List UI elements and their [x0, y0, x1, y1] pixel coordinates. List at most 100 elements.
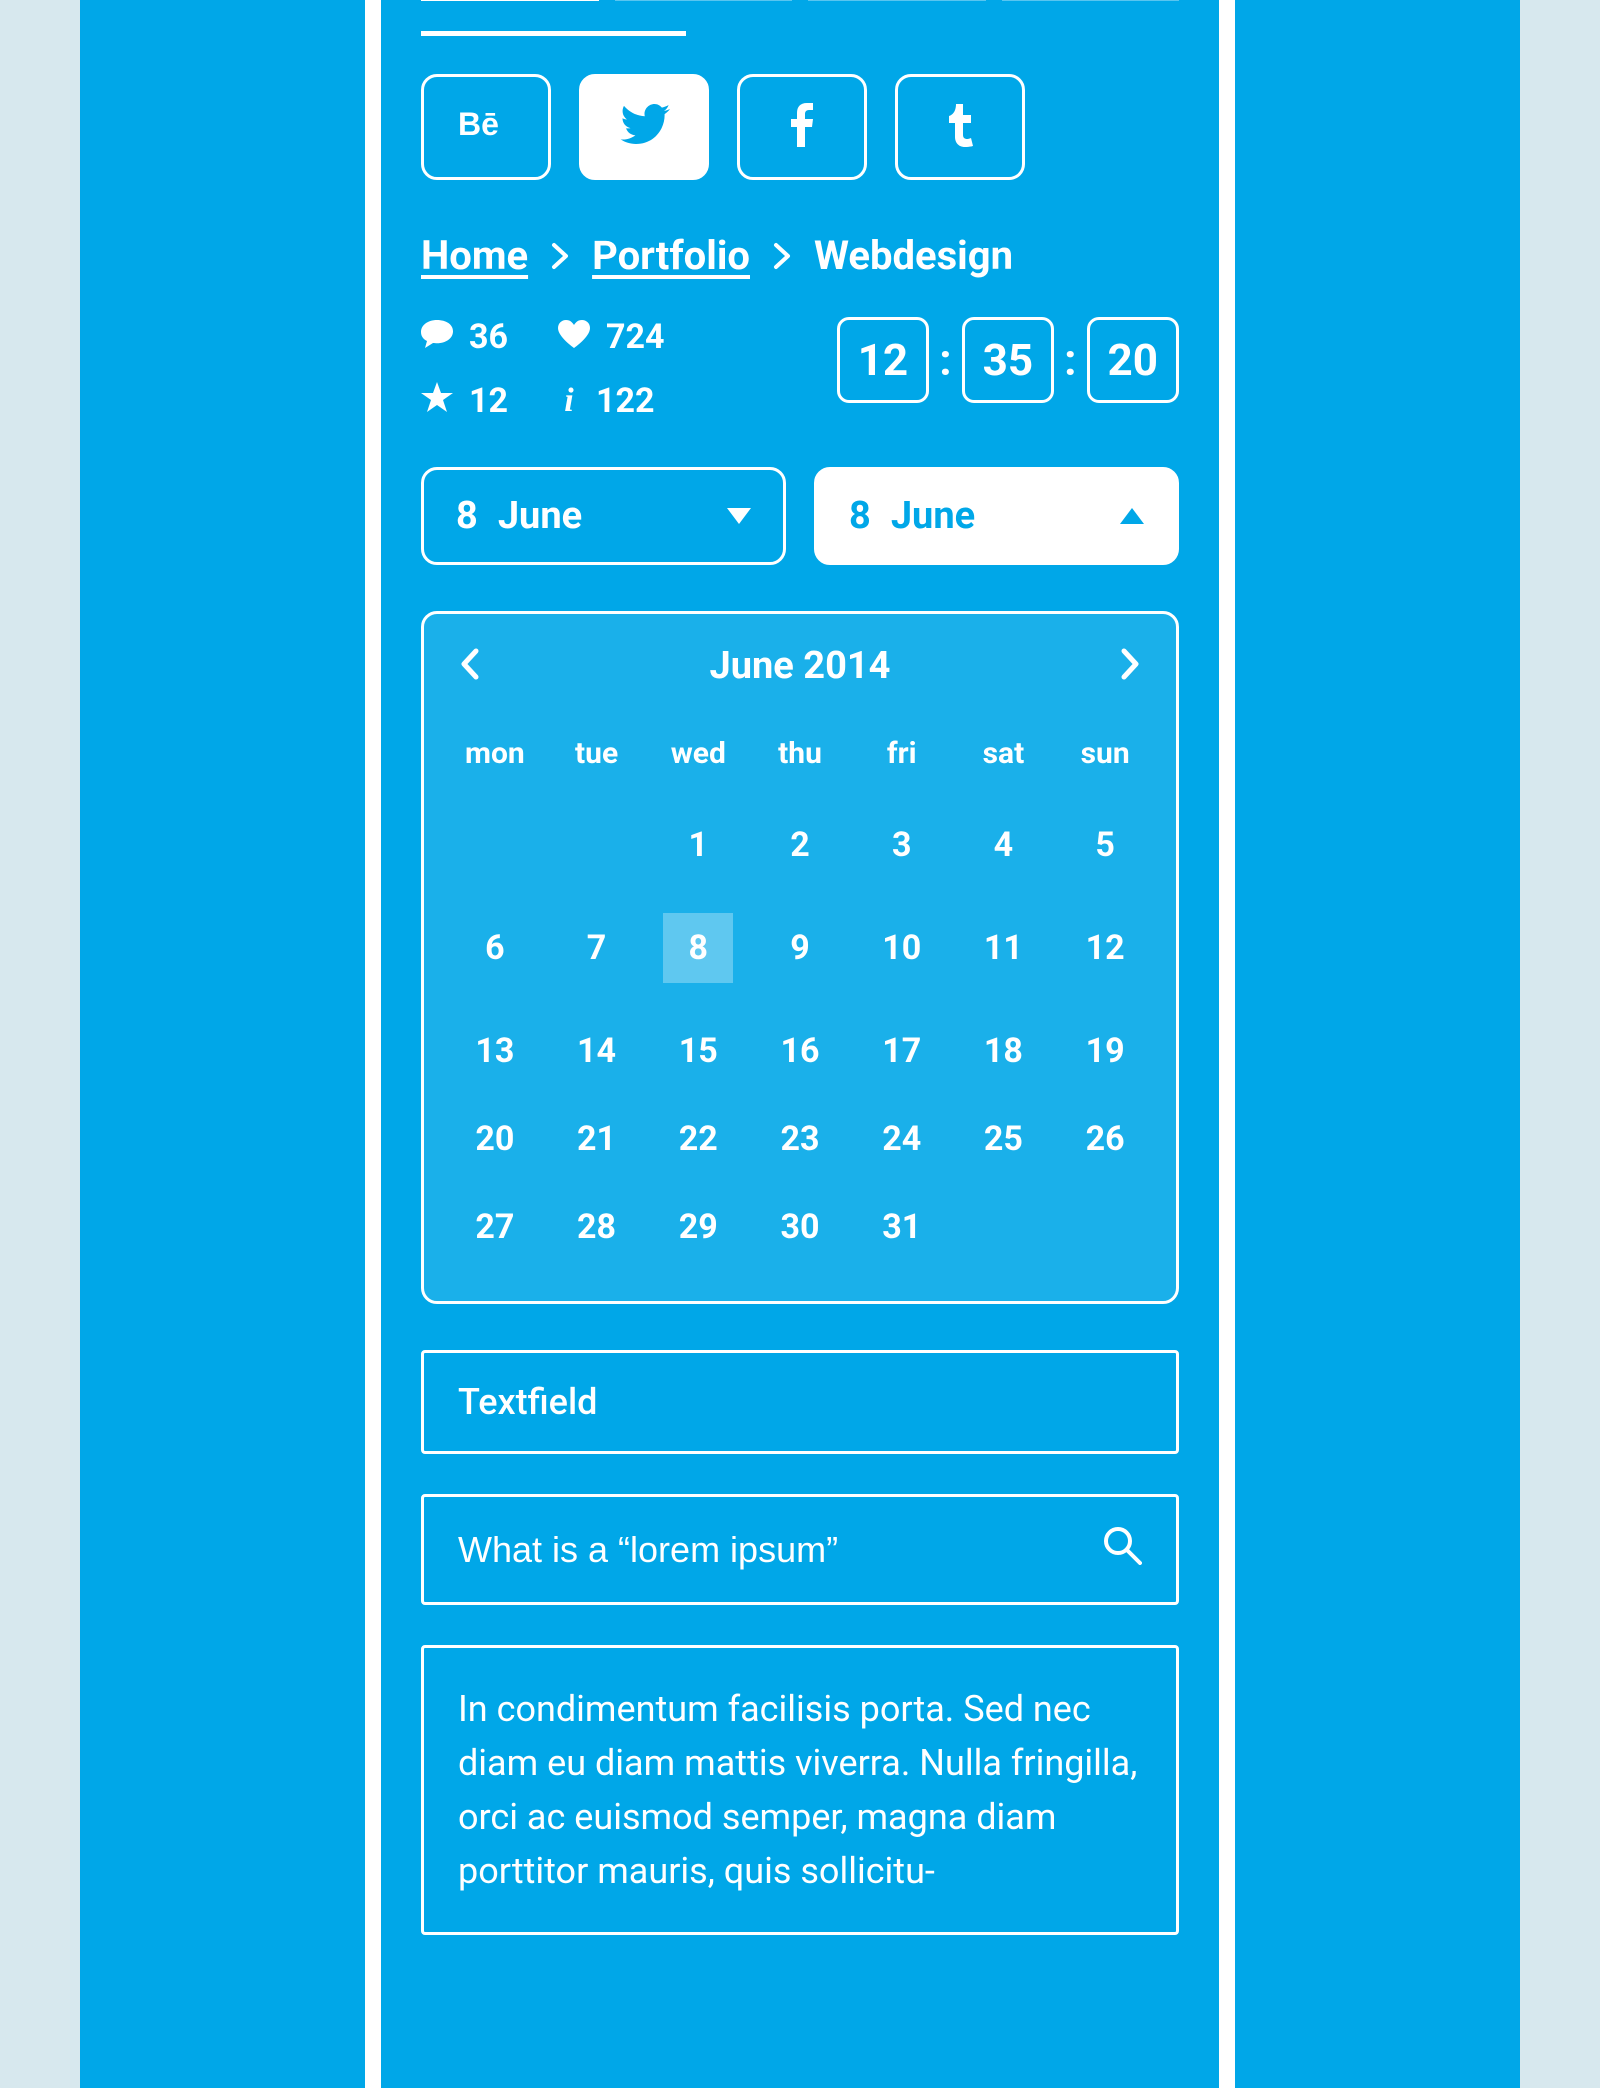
- calendar-day[interactable]: 22: [647, 1095, 749, 1183]
- twitter-button[interactable]: [579, 74, 709, 180]
- calendar-day[interactable]: 25: [953, 1095, 1055, 1183]
- calendar-day[interactable]: 19: [1054, 1007, 1156, 1095]
- date-pickers: 8 June 8 June: [421, 467, 1179, 565]
- clock-hours[interactable]: 12: [837, 317, 930, 403]
- calendar-grid: montuewedthufrisatsun1234567891011121314…: [444, 718, 1156, 1271]
- stat-stars[interactable]: 12: [421, 381, 508, 421]
- calendar-day[interactable]: 16: [749, 1007, 851, 1095]
- calendar-day[interactable]: 14: [546, 1007, 648, 1095]
- progress-segment[interactable]: [615, 0, 793, 1]
- stat-likes[interactable]: 724: [558, 317, 665, 357]
- calendar-day[interactable]: 13: [444, 1007, 546, 1095]
- search-icon[interactable]: [1102, 1525, 1142, 1574]
- calendar-day[interactable]: 2: [749, 801, 851, 889]
- info-icon: i: [558, 382, 580, 420]
- calendar-day[interactable]: 9: [749, 889, 851, 1007]
- calendar-day[interactable]: 5: [1054, 801, 1156, 889]
- progress-segments: [421, 0, 1179, 1]
- behance-icon: Bē: [458, 107, 514, 147]
- clock-minutes[interactable]: 35: [962, 317, 1055, 403]
- calendar-dow: mon: [444, 718, 546, 801]
- calendar-day[interactable]: 21: [546, 1095, 648, 1183]
- progress-segment[interactable]: [1002, 0, 1180, 1]
- search-input[interactable]: [458, 1529, 1082, 1571]
- calendar-day[interactable]: 18: [953, 1007, 1055, 1095]
- calendar-day[interactable]: 24: [851, 1095, 953, 1183]
- stats-grid: 36 724 12 i 122: [421, 317, 665, 421]
- stat-info-value: 122: [596, 381, 655, 421]
- date-day: 8: [456, 494, 478, 538]
- calendar-day[interactable]: 28: [546, 1183, 648, 1271]
- chevron-right-icon: [550, 241, 570, 271]
- calendar-dow: tue: [546, 718, 648, 801]
- calendar-day[interactable]: 20: [444, 1095, 546, 1183]
- calendar-dow: sat: [953, 718, 1055, 801]
- facebook-button[interactable]: [737, 74, 867, 180]
- stat-comments-value: 36: [469, 317, 508, 357]
- calendar-day[interactable]: 30: [749, 1183, 851, 1271]
- calendar-day[interactable]: 8: [647, 889, 749, 1007]
- calendar-day[interactable]: 31: [851, 1183, 953, 1271]
- caret-up-icon: [1120, 508, 1144, 524]
- clock-sep: :: [939, 334, 951, 386]
- tumblr-icon: [947, 103, 973, 151]
- stat-comments[interactable]: 36: [421, 317, 508, 357]
- stat-info[interactable]: i 122: [558, 381, 665, 421]
- calendar-title: June 2014: [710, 644, 891, 688]
- stat-stars-value: 12: [469, 381, 508, 421]
- textarea-content: In condimentum facilisis porta. Sed nec …: [458, 1688, 1137, 1892]
- textfield-placeholder: Textfield: [458, 1381, 597, 1423]
- calendar-day[interactable]: 6: [444, 889, 546, 1007]
- date-dropdown-closed[interactable]: 8 June: [421, 467, 786, 565]
- textarea[interactable]: In condimentum facilisis porta. Sed nec …: [421, 1645, 1179, 1935]
- progress-segment[interactable]: [808, 0, 986, 1]
- calendar-day[interactable]: 1: [647, 801, 749, 889]
- calendar-day[interactable]: 17: [851, 1007, 953, 1095]
- clock-seconds[interactable]: 20: [1087, 317, 1180, 403]
- svg-text:Bē: Bē: [458, 107, 499, 142]
- calendar-day[interactable]: 12: [1054, 889, 1156, 1007]
- calendar-day[interactable]: 29: [647, 1183, 749, 1271]
- calendar-dow: thu: [749, 718, 851, 801]
- ui-kit-panel: Bē Home: [365, 0, 1235, 2088]
- stat-likes-value: 724: [606, 317, 665, 357]
- twitter-icon: [618, 104, 670, 150]
- calendar-dow: sun: [1054, 718, 1156, 801]
- calendar-prev[interactable]: [458, 647, 480, 685]
- clock: 12 : 35 : 20: [837, 317, 1179, 403]
- calendar-day[interactable]: 4: [953, 801, 1055, 889]
- calendar-day[interactable]: 3: [851, 801, 953, 889]
- clock-sep: :: [1064, 334, 1076, 386]
- calendar-day[interactable]: 11: [953, 889, 1055, 1007]
- breadcrumb-home[interactable]: Home: [421, 232, 528, 279]
- date-month: June: [498, 494, 582, 538]
- breadcrumb: Home Portfolio Webdesign: [421, 232, 1179, 279]
- tumblr-button[interactable]: [895, 74, 1025, 180]
- calendar-dow: fri: [851, 718, 953, 801]
- calendar-empty: [444, 801, 546, 889]
- calendar-day[interactable]: 7: [546, 889, 648, 1007]
- progress-bar[interactable]: [421, 31, 686, 36]
- breadcrumb-portfolio[interactable]: Portfolio: [592, 232, 750, 279]
- calendar-day[interactable]: 23: [749, 1095, 851, 1183]
- heart-icon: [558, 317, 590, 357]
- date-day: 8: [849, 494, 871, 538]
- calendar-day[interactable]: 10: [851, 889, 953, 1007]
- text-field[interactable]: Textfield: [421, 1350, 1179, 1454]
- progress-segment[interactable]: [421, 0, 599, 1]
- search-field[interactable]: [421, 1494, 1179, 1605]
- star-icon: [421, 381, 453, 421]
- caret-down-icon: [727, 508, 751, 524]
- behance-button[interactable]: Bē: [421, 74, 551, 180]
- facebook-icon: [791, 103, 813, 151]
- calendar-dow: wed: [647, 718, 749, 801]
- chevron-right-icon: [772, 241, 792, 271]
- comment-icon: [421, 317, 453, 357]
- calendar: June 2014 montuewedthufrisatsun123456789…: [421, 611, 1179, 1304]
- date-dropdown-open[interactable]: 8 June: [814, 467, 1179, 565]
- stats-clock-row: 36 724 12 i 122 12 : 35 :: [421, 317, 1179, 421]
- calendar-next[interactable]: [1120, 647, 1142, 685]
- calendar-day[interactable]: 26: [1054, 1095, 1156, 1183]
- calendar-day[interactable]: 27: [444, 1183, 546, 1271]
- calendar-day[interactable]: 15: [647, 1007, 749, 1095]
